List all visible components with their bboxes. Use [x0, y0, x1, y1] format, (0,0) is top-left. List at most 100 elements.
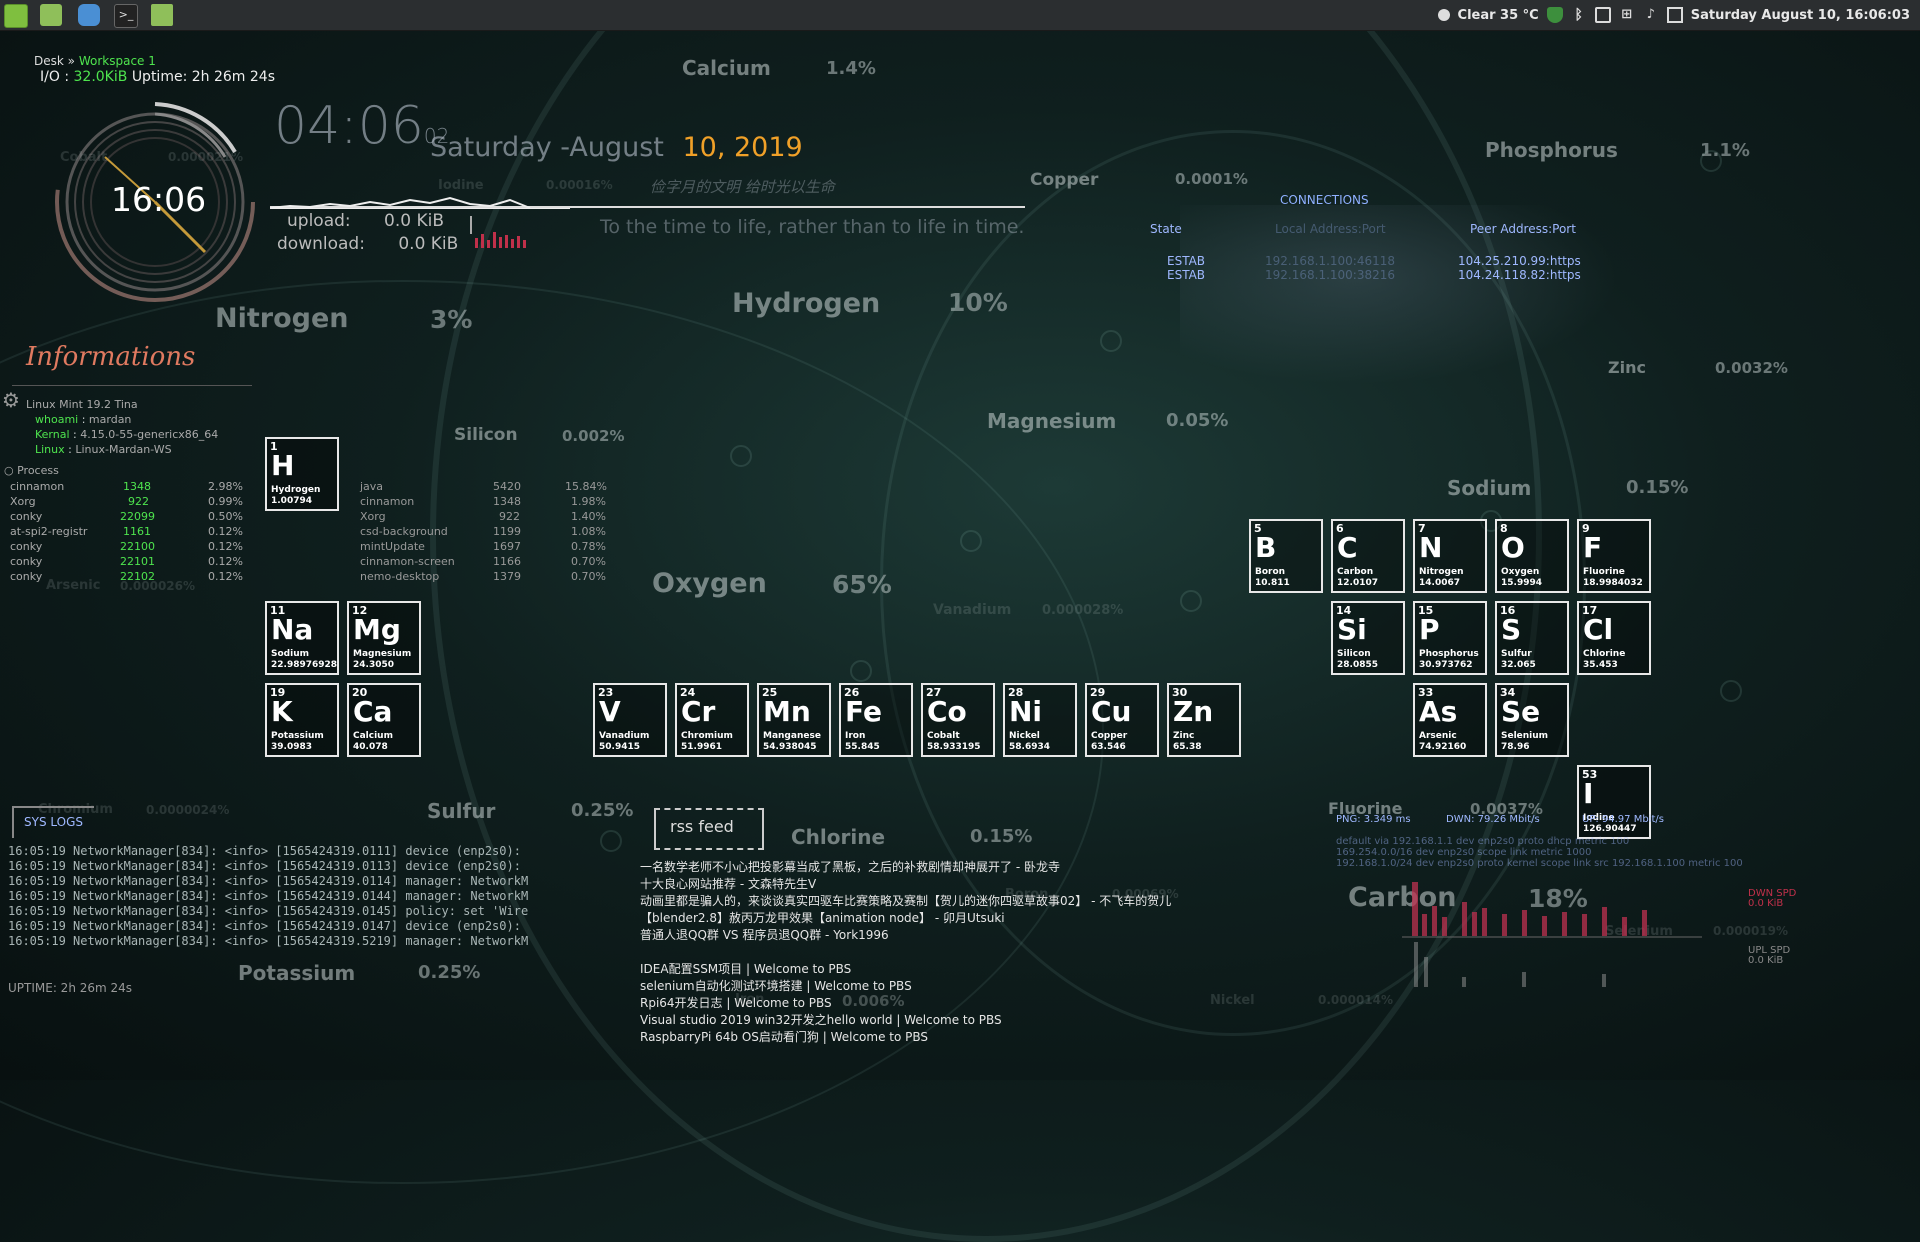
files-icon[interactable]	[151, 4, 173, 26]
gear-icon: ⚙	[2, 388, 20, 412]
browser-icon[interactable]	[78, 4, 100, 26]
element-tile-na: 11 Na Sodium 22.98976928	[265, 601, 339, 675]
rss-item[interactable]: IDEA配置SSM项目 | Welcome to PBS	[640, 961, 1171, 978]
terminal-icon[interactable]: >_	[114, 4, 138, 28]
syslog-line: 16:05:19 NetworkManager[834]: <info> [15…	[8, 874, 529, 888]
tile-name: Hydrogen	[271, 485, 321, 495]
tile-weight: 78.96	[1501, 742, 1530, 752]
process-row: java 5420 15.84%	[360, 480, 620, 493]
keyboard-icon[interactable]	[1594, 7, 1611, 23]
conn-peer: 104.25.210.99:https	[1458, 254, 1581, 268]
weather-text[interactable]: Clear 35 °C	[1458, 8, 1539, 23]
bg-pct-calcium: 1.4%	[826, 58, 876, 79]
tile-symbol: Mg	[353, 613, 401, 646]
process-pct: 0.78%	[571, 540, 606, 553]
syslog-line: 16:05:19 NetworkManager[834]: <info> [15…	[8, 859, 521, 873]
syslog-line: 16:05:19 NetworkManager[834]: <info> [15…	[8, 919, 521, 933]
rss-item[interactable]: Rpi64开发日志 | Welcome to PBS	[640, 995, 1171, 1012]
rss-item[interactable]: 动画里都是骗人的，来谈谈真实四驱车比赛策略及赛制【贺儿的迷你四驱草故事02】 -…	[640, 893, 1171, 910]
element-tile-h: 1 H Hydrogen 1.00794	[265, 437, 339, 511]
tile-weight: 18.9984032	[1583, 578, 1643, 588]
chinese-motto: 俭字月的文明 给时光以生命	[650, 178, 835, 196]
upload-row: upload: 0.0 KiB	[287, 211, 444, 231]
tile-symbol: K	[271, 695, 293, 728]
syslog-uptime: UPTIME: 2h 26m 24s	[8, 981, 133, 995]
process-row: conky 22102 0.12%	[10, 570, 250, 583]
rss-item[interactable]: Visual studio 2019 win32开发之hello world |…	[640, 1012, 1171, 1029]
rss-feed-list: 一名数学老师不小心把投影幕当成了黑板，之后的补救剧情却神展开了 - 卧龙寺 十大…	[640, 859, 1171, 1046]
tile-name: Boron	[1255, 567, 1286, 577]
tile-symbol: S	[1501, 613, 1522, 646]
tile-weight: 14.0067	[1419, 578, 1460, 588]
tile-weight: 15.9994	[1501, 578, 1542, 588]
tile-symbol: Cl	[1583, 613, 1614, 646]
bg-element-silicon: Silicon	[454, 425, 518, 445]
mint-menu-icon[interactable]	[4, 4, 28, 28]
tile-name: Zinc	[1173, 731, 1195, 741]
process-row: Xorg 922 1.40%	[360, 510, 620, 523]
process-row: conky 22100 0.12%	[10, 540, 250, 553]
element-tile-mg: 12 Mg Magnesium 24.3050	[347, 601, 421, 675]
process-name: conky	[10, 555, 43, 568]
rss-item[interactable]: 十大良心网站推荐 - 文森特先生V	[640, 876, 1171, 893]
motto: To the time to life, rather than to life…	[600, 216, 1025, 238]
info-divider	[12, 385, 252, 386]
process-name: nemo-desktop	[360, 570, 440, 583]
process-pct: 0.12%	[208, 540, 243, 553]
process-row: cinnamon 1348 2.98%	[10, 480, 250, 493]
bg-pct-zinc: 0.0032%	[1715, 359, 1788, 377]
conn-local: 192.168.1.100:46118	[1265, 254, 1396, 268]
element-tile-b: 5 B Boron 10.811	[1249, 519, 1323, 593]
tile-symbol: Se	[1501, 695, 1541, 728]
tile-symbol: Zn	[1173, 695, 1214, 728]
bg-pct-chlorine: 0.15%	[970, 826, 1033, 847]
syslog-line: 16:05:19 NetworkManager[834]: <info> [15…	[8, 904, 529, 918]
process-pct: 0.70%	[571, 570, 606, 583]
bg-pct-oxygen: 65%	[832, 570, 892, 599]
shield-icon[interactable]	[1546, 7, 1563, 23]
tile-symbol: Cr	[681, 695, 716, 728]
process-title-text: Process	[17, 464, 59, 477]
process-pct: 1.40%	[571, 510, 606, 523]
bg-pct-potassium: 0.25%	[418, 962, 481, 983]
element-tile-se: 34 Se Selenium 78.96	[1495, 683, 1569, 757]
process-row: csd-background 1199 1.08%	[360, 525, 620, 538]
show-desktop-icon[interactable]	[40, 4, 62, 26]
down-rate-text: DWN: 79.26 Mbit/s	[1446, 814, 1540, 825]
network-icon[interactable]: ⊞	[1619, 7, 1635, 23]
linux-host: Linux-Mardan-WS	[75, 443, 172, 456]
status-dot-icon[interactable]	[1437, 9, 1450, 21]
process-row: Xorg 922 0.99%	[10, 495, 250, 508]
rss-item[interactable]: 【blender2.8】赦丙万龙甲效果【animation node】 - 卯月…	[640, 910, 1171, 927]
bg-pct-cobalt: 0.000021%	[168, 150, 244, 164]
tile-name: Potassium	[271, 731, 324, 741]
bg-element-cobalt: Cobalt	[60, 150, 108, 165]
tile-name: Silicon	[1337, 649, 1371, 659]
rss-item[interactable]: 普通人退QQ群 VS 程序员退QQ群 - York1996	[640, 927, 1171, 944]
process-row: nemo-desktop 1379 0.70%	[360, 570, 620, 583]
rss-item[interactable]: RaspbarryPi 64b OS启动看门狗 | Welcome to PBS	[640, 1029, 1171, 1046]
calendar-icon[interactable]	[1666, 7, 1683, 23]
bg-element-chlorine: Chlorine	[791, 825, 886, 849]
traffic-graph	[1402, 882, 1702, 987]
process-pid: 5420	[493, 480, 521, 493]
tile-symbol: O	[1501, 531, 1525, 564]
bg-element-copper: Copper	[1030, 170, 1099, 190]
tile-weight: 28.0855	[1337, 660, 1378, 670]
element-tile-as: 33 As Arsenic 74.92160	[1413, 683, 1487, 757]
tile-name: Magnesium	[353, 649, 412, 659]
volume-icon[interactable]: ♪	[1643, 7, 1659, 23]
rss-item[interactable]: selenium自动化测试环境搭建 | Welcome to PBS	[640, 978, 1171, 995]
bg-element-oxygen: Oxygen	[652, 568, 767, 599]
process-row: mintUpdate 1697 0.78%	[360, 540, 620, 553]
process-list-mem: java 5420 15.84% cinnamon 1348 1.98% Xorg 922…	[360, 480, 620, 590]
panel-clock[interactable]: Saturday August 10, 16:06:03	[1691, 8, 1910, 23]
tile-symbol: Cu	[1091, 695, 1132, 728]
bluetooth-icon[interactable]: ᛒ	[1571, 7, 1587, 23]
rss-item[interactable]: 一名数学老师不小心把投影幕当成了黑板，之后的补救剧情却神展开了 - 卧龙寺	[640, 859, 1171, 876]
element-tile-ni: 28 Ni Nickel 58.6934	[1003, 683, 1077, 757]
element-tile-fe: 26 Fe Iron 55.845	[839, 683, 913, 757]
process-icon: ○	[4, 464, 14, 477]
syslog-line: 16:05:19 NetworkManager[834]: <info> [15…	[8, 889, 529, 903]
tile-weight: 30.973762	[1419, 660, 1473, 670]
